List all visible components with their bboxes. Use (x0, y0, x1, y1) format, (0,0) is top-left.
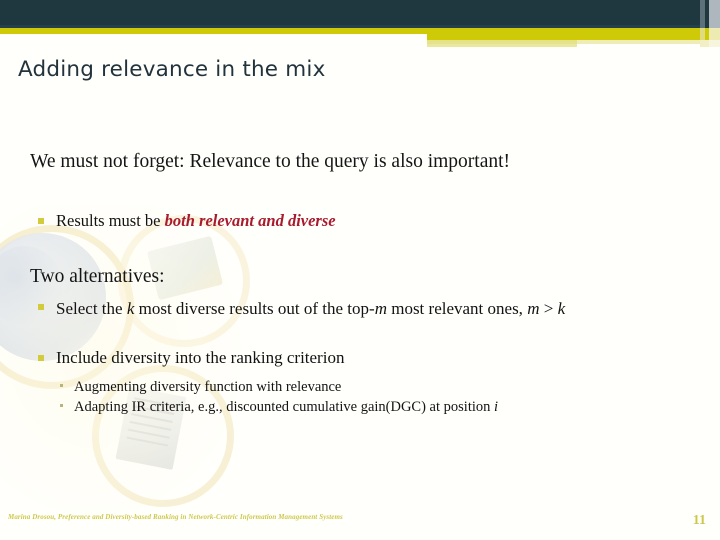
bullet-include-diversity: Include diversity into the ranking crite… (38, 347, 598, 369)
slide-footer-citation: Marina Drosou, Preference and Diversity-… (8, 513, 343, 521)
banner-corner-pale-c (709, 28, 720, 40)
select-part-1: Select the (56, 299, 127, 318)
bullet-results-prefix: Results must be (56, 211, 165, 230)
small-square-bullet-icon (60, 404, 63, 407)
banner-yellow-band-right (427, 28, 720, 40)
adapting-prefix: Adapting IR criteria, e.g., discounted c… (74, 399, 494, 415)
slide-page-number: 11 (692, 513, 706, 528)
square-bullet-icon (38, 218, 44, 224)
banner-corner-foot-a (700, 40, 709, 47)
select-var-m-2: m (527, 299, 540, 318)
subbullet-adapting-text: Adapting IR criteria, e.g., discounted c… (74, 397, 680, 417)
banner-corner-foot-b (709, 40, 720, 47)
select-part-3: most relevant ones, (386, 299, 528, 318)
select-var-k-2: k (557, 299, 566, 318)
bullet-select-text: Select the k most diverse results out of… (56, 296, 683, 321)
bullet-include-text: Include diversity into the ranking crite… (56, 348, 345, 367)
slide-title: Adding relevance in the mix (18, 57, 326, 82)
subbullet-adapting-ir-criteria: Adapting IR criteria, e.g., discounted c… (60, 397, 680, 417)
lead-paragraph: We must not forget: Relevance to the que… (30, 151, 511, 172)
select-part-4: > (539, 299, 558, 318)
adapting-var-i: i (494, 399, 499, 415)
select-var-m: m (374, 299, 387, 318)
subbullet-augmenting-diversity: Augmenting diversity function with relev… (60, 377, 660, 397)
two-alternatives-heading: Two alternatives: (30, 266, 165, 287)
bullet-select-k-diverse: Select the k most diverse results out of… (38, 296, 683, 321)
small-square-bullet-icon (60, 384, 63, 387)
banner-pale-band-c (577, 40, 720, 44)
select-part-2: most diverse results out of the top- (134, 299, 375, 318)
square-bullet-icon (38, 355, 44, 361)
banner-yellow-band-left (0, 28, 427, 34)
bullet-results-emphasis: both relevant and diverse (164, 211, 336, 230)
banner-corner-grey-c (709, 0, 720, 28)
slide-canvas: Adding relevance in the mix We must not … (0, 0, 720, 540)
square-bullet-icon (38, 304, 44, 310)
bullet-results-text: Results must be both relevant and divers… (56, 210, 598, 232)
bullet-results-must-be: Results must be both relevant and divers… (38, 210, 598, 232)
banner-dark-band (0, 0, 720, 25)
slide-top-banner (0, 0, 720, 48)
subbullet-augmenting-text: Augmenting diversity function with relev… (74, 379, 342, 395)
banner-pale-band-b (427, 44, 577, 47)
